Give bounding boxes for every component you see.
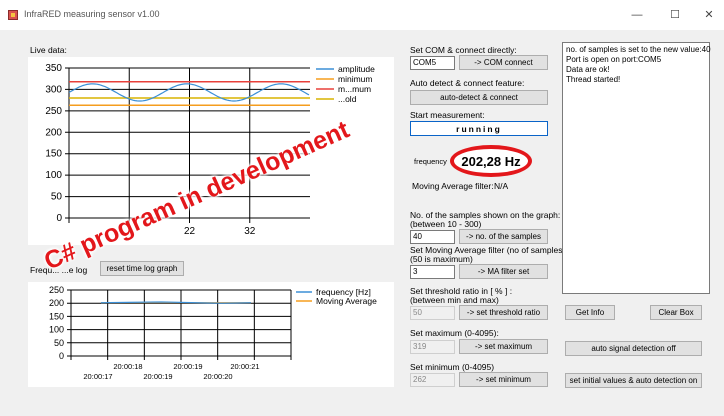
log-chart: 25020015010050020:00:18 20:00:19 20:00:212… xyxy=(49,285,377,381)
y-tick-label: 100 xyxy=(49,325,64,335)
window-title: InfraRED measuring sensor v1.00 xyxy=(24,9,160,19)
x-tick-label: 22 xyxy=(184,226,196,237)
ma-set-range: (50 is maximum) xyxy=(410,254,473,264)
status-log-box[interactable]: no. of samples is set to the new value:4… xyxy=(562,42,711,294)
y-tick-label: 200 xyxy=(49,298,64,308)
minimum-field[interactable]: 262 xyxy=(410,373,455,387)
maximum-label: Set maximum (0-4095): xyxy=(410,328,499,338)
live-data-label: Live data: xyxy=(30,45,67,55)
x-tick-label: 20:00:18 xyxy=(113,362,142,371)
get-info-button[interactable]: Get Info xyxy=(565,305,615,320)
minimum-label: Set minimum (0-4095) xyxy=(410,362,495,372)
samples-range: (between 10 - 300) xyxy=(410,219,482,229)
x-tick-label: 20:00:21 xyxy=(230,362,259,371)
set-initial-values-button[interactable]: set initial values & auto detection on xyxy=(565,373,702,388)
y-tick-label: 250 xyxy=(49,285,64,295)
live-chart: 350 300 250 200 150 100 50 0 22 32 amplitudeminimu… xyxy=(45,63,375,237)
threshold-range: (between min and max) xyxy=(410,295,499,305)
legend-label: m...mum xyxy=(338,84,371,94)
set-maximum-button[interactable]: -> set maximum xyxy=(459,339,548,354)
maximize-button[interactable]: ☐ xyxy=(660,4,690,26)
minimize-button[interactable]: — xyxy=(622,4,652,26)
status-log-line: no. of samples is set to the new value:4… xyxy=(566,45,711,54)
live-chart-panel: 350 300 250 200 150 100 50 0 22 32 amplitude minimu… xyxy=(28,57,394,245)
running-button[interactable]: running xyxy=(410,121,548,136)
auto-detect-button[interactable]: auto-detect & connect xyxy=(410,90,548,105)
auto-detect-label: Auto detect & connect feature: xyxy=(410,78,525,88)
y-tick-label: 200 xyxy=(45,127,62,138)
com-connect-button[interactable]: -> COM connect xyxy=(459,55,548,70)
x-tick-label: 20:00:19 xyxy=(143,372,172,381)
legend-label: Moving Average xyxy=(316,296,377,306)
start-measurement-label: Start measurement: xyxy=(410,110,485,120)
frequency-value: 202,28 Hz xyxy=(461,153,521,169)
com-label: Set COM & connect directly: xyxy=(410,45,517,55)
y-tick-label: 300 xyxy=(45,84,62,95)
title-bar: InfraRED measuring sensor v1.00 — ☐ ✕ xyxy=(0,0,724,30)
status-log-line: Thread started! xyxy=(566,75,621,84)
set-minimum-button[interactable]: -> set minimum xyxy=(459,372,548,387)
y-tick-label: 0 xyxy=(56,213,62,224)
x-tick-label: 20:00:19 xyxy=(173,362,202,371)
y-tick-label: 50 xyxy=(51,192,63,203)
y-tick-label: 100 xyxy=(45,170,62,181)
y-tick-label: 0 xyxy=(59,351,64,361)
status-log-line: Port is open on port:COM5 xyxy=(566,55,662,64)
status-log-line: Data are ok! xyxy=(566,65,610,74)
log-chart-panel: 250 200 150 100 50 0 20:00:18 20:00:19 20:00:21 2… xyxy=(28,282,394,387)
ma-filter-set-button[interactable]: -> MA filter set xyxy=(459,264,548,279)
frequency-label: frequency xyxy=(414,157,447,166)
com-port-field[interactable]: COM5 xyxy=(410,56,455,70)
samples-field[interactable]: 40 xyxy=(410,230,455,244)
x-tick-label: 20:00:17 xyxy=(83,372,112,381)
maximum-field[interactable]: 319 xyxy=(410,340,455,354)
x-tick-label: 32 xyxy=(244,226,256,237)
legend-label: minimum xyxy=(338,74,372,84)
y-tick-label: 250 xyxy=(45,106,62,117)
y-tick-label: 50 xyxy=(54,338,64,348)
close-button[interactable]: ✕ xyxy=(694,4,724,26)
x-tick-label: 20:00:20 xyxy=(203,372,232,381)
ma-filter-label: Moving Average filter: xyxy=(412,181,494,191)
app-window: InfraRED measuring sensor v1.00 — ☐ ✕ Li… xyxy=(0,0,724,416)
app-icon xyxy=(8,10,18,20)
set-threshold-button[interactable]: -> set threshold ratio xyxy=(459,305,548,320)
legend-label: ...old xyxy=(338,94,357,104)
clear-box-button[interactable]: Clear Box xyxy=(650,305,702,320)
ma-filter-field[interactable]: 3 xyxy=(410,265,455,279)
y-tick-label: 150 xyxy=(45,149,62,160)
y-tick-label: 150 xyxy=(49,311,64,321)
y-tick-label: 350 xyxy=(45,63,62,74)
frequency-highlight: 202,28 Hz xyxy=(450,145,532,177)
set-samples-button[interactable]: -> no. of the samples xyxy=(459,229,548,244)
legend-label: amplitude xyxy=(338,64,375,74)
threshold-field[interactable]: 50 xyxy=(410,306,455,320)
ma-filter-value: N/A xyxy=(494,181,509,191)
auto-signal-off-button[interactable]: auto signal detection off xyxy=(565,341,702,356)
reset-time-log-button[interactable]: reset time log graph xyxy=(100,261,184,276)
